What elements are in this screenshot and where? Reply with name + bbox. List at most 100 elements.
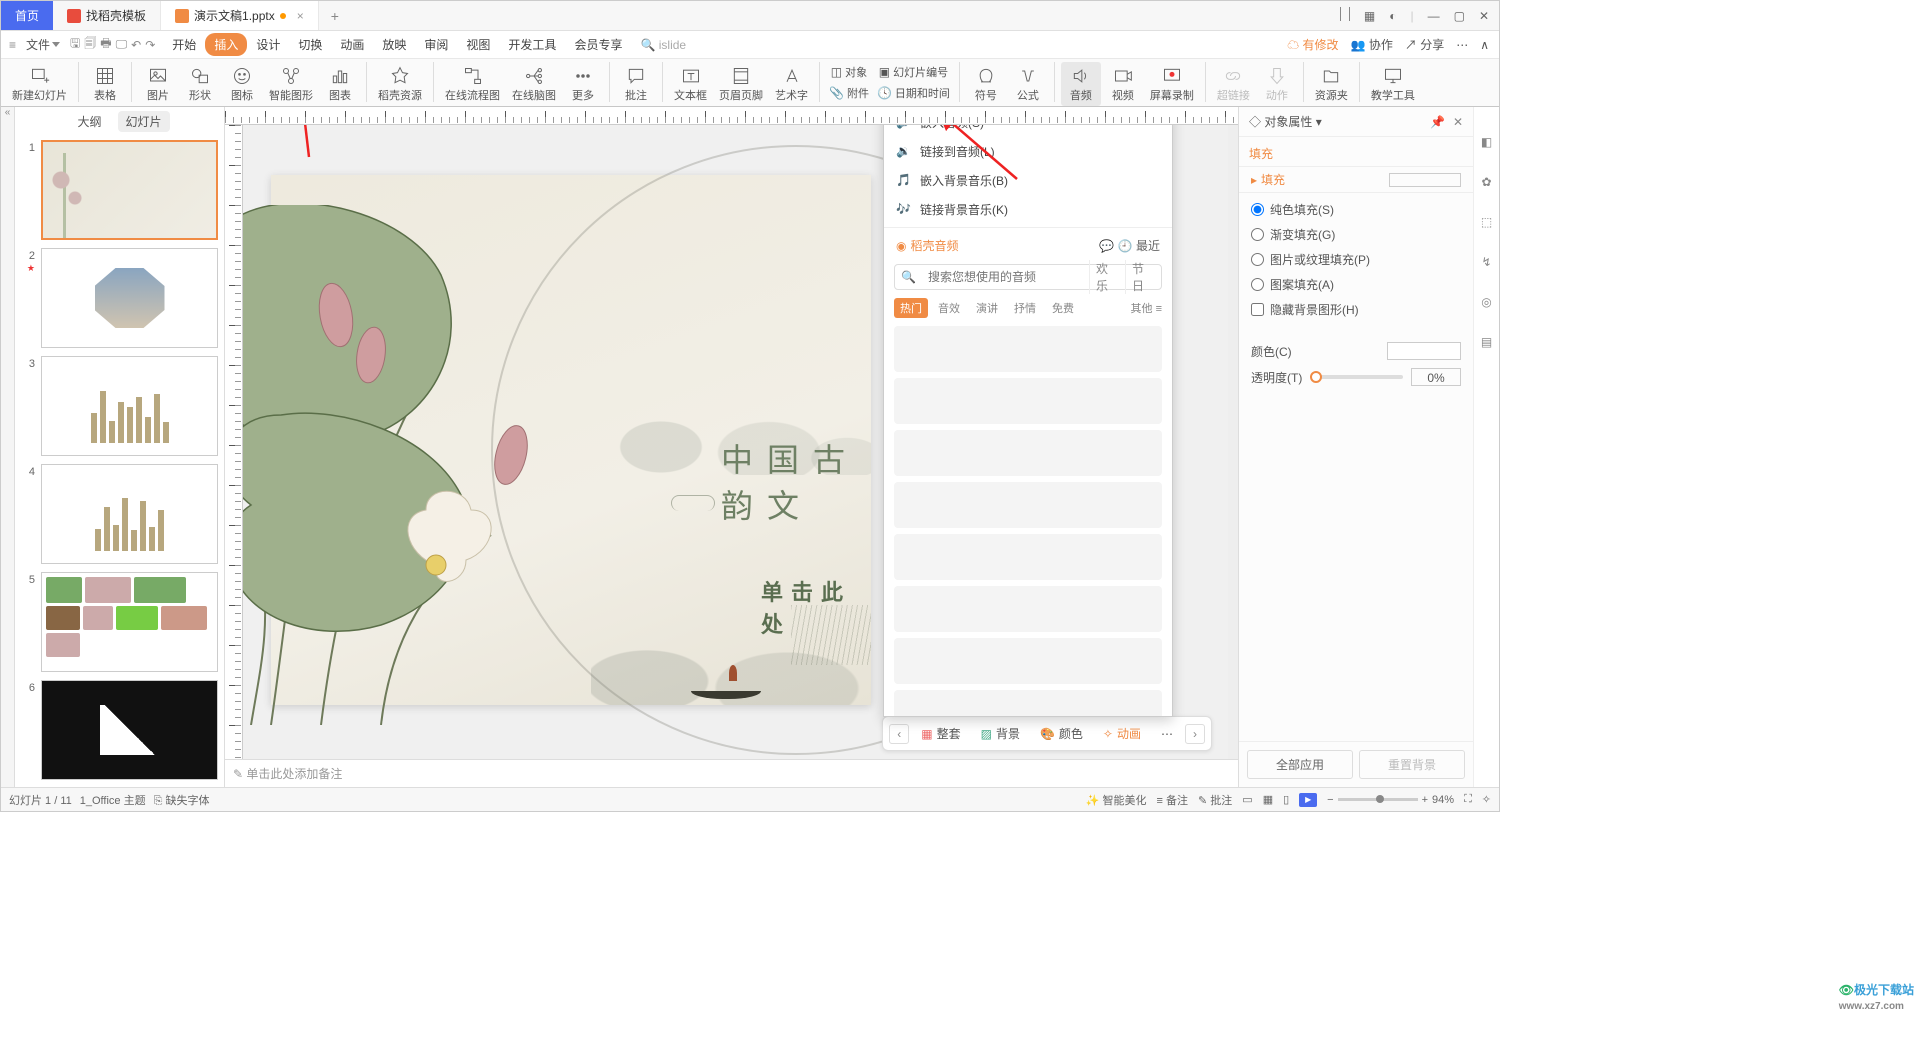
audio-link-option[interactable]: 🔉链接到音频(L): [884, 137, 1172, 166]
rail-layer-icon[interactable]: ▤: [1481, 335, 1492, 349]
collapse-ribbon-icon[interactable]: ∧: [1480, 38, 1489, 52]
app-grid-icon[interactable]: ▦: [1364, 9, 1375, 23]
audio-tag-happy[interactable]: 欢乐: [1089, 260, 1125, 294]
view-sorter-icon[interactable]: ▦: [1263, 793, 1273, 806]
reset-bg-button[interactable]: 重置背景: [1359, 750, 1465, 779]
rb-picture[interactable]: 图片: [138, 62, 178, 106]
rb-comment[interactable]: 批注: [616, 62, 656, 106]
print-icon[interactable]: 🖶: [100, 34, 111, 55]
menu-animation[interactable]: 动画: [331, 33, 373, 56]
minimize-button[interactable]: —: [1428, 9, 1440, 23]
rb-shape[interactable]: 形状: [180, 62, 220, 106]
print-preview-icon[interactable]: 🖵: [116, 37, 128, 52]
thumbtab-outline[interactable]: 大纲: [69, 111, 109, 132]
zoom-value[interactable]: 94%: [1432, 794, 1454, 806]
menu-vip[interactable]: 会员专享: [565, 33, 631, 56]
tab-home[interactable]: 首页: [1, 1, 53, 30]
status-comments[interactable]: ✎ 批注: [1198, 792, 1232, 808]
view-reading-icon[interactable]: ▯: [1283, 793, 1289, 806]
design-prev[interactable]: ‹: [889, 724, 909, 744]
menu-icon[interactable]: ≡: [9, 38, 16, 52]
menu-insert[interactable]: 插入: [205, 33, 247, 56]
status-notes[interactable]: ≡ 备注: [1157, 792, 1188, 808]
more-menu-icon[interactable]: ⋯: [1456, 38, 1468, 52]
slide-thumb-3[interactable]: [41, 356, 218, 456]
close-panel-icon[interactable]: ✕: [1453, 115, 1463, 129]
rb-chart[interactable]: 图表: [320, 62, 360, 106]
rb-new-slide[interactable]: 新建幻灯片: [7, 62, 72, 106]
filter-hot[interactable]: 热门: [894, 298, 928, 318]
save-icon[interactable]: 🖫: [70, 34, 80, 55]
audio-search[interactable]: 🔍 欢乐 节日: [894, 264, 1162, 290]
rb-teaching-tools[interactable]: 教学工具: [1366, 62, 1420, 106]
color-swatch[interactable]: [1387, 342, 1461, 360]
rb-datetime[interactable]: 🕓日期和时间: [874, 83, 953, 103]
radio-picture-fill[interactable]: 图片或纹理填充(P): [1251, 251, 1461, 268]
audio-link-bgm-option[interactable]: 🎶链接背景音乐(K): [884, 195, 1172, 224]
checkbox-hide-bg[interactable]: 隐藏背景图形(H): [1251, 301, 1461, 318]
menu-start[interactable]: 开始: [163, 33, 205, 56]
slide-thumb-2[interactable]: [41, 248, 218, 348]
design-background[interactable]: ▨背景: [973, 721, 1028, 746]
vscrollbar[interactable]: [1228, 125, 1238, 759]
rb-icon[interactable]: 图标: [222, 62, 262, 106]
maximize-button[interactable]: ▢: [1454, 9, 1465, 23]
rail-select-icon[interactable]: ⬚: [1481, 215, 1492, 229]
notes-pane[interactable]: ✎ 单击此处添加备注: [225, 759, 1238, 787]
audio-recent[interactable]: 💬 🕘 最近: [1099, 237, 1160, 254]
coop-button[interactable]: 👥 协作: [1351, 36, 1393, 53]
slide-thumb-5[interactable]: [41, 572, 218, 672]
rb-attachment[interactable]: 📎附件: [826, 83, 872, 103]
rb-audio[interactable]: 音频: [1061, 62, 1101, 106]
audio-embed-bgm-option[interactable]: 🎵嵌入背景音乐(B): [884, 166, 1172, 195]
zoom-out-icon[interactable]: −: [1327, 794, 1333, 806]
zoom-in-icon[interactable]: +: [1422, 794, 1428, 806]
panel-tab-fill[interactable]: 填充: [1239, 137, 1473, 166]
slide-stage[interactable]: 中国古韵文 单击此处 🔊嵌入音频(S) 🔉链接到音频(L) 🎵嵌入背景音乐(B)…: [243, 125, 1228, 759]
rail-anim-icon[interactable]: ◎: [1481, 295, 1491, 309]
menu-design[interactable]: 设计: [247, 33, 289, 56]
slide-thumb-1[interactable]: [41, 140, 218, 240]
rb-symbol[interactable]: 符号: [966, 62, 1006, 106]
close-window-button[interactable]: ✕: [1479, 9, 1489, 23]
slide-thumb-4[interactable]: [41, 464, 218, 564]
zoom-slider[interactable]: [1338, 798, 1418, 801]
rail-docer-icon[interactable]: ◧: [1481, 135, 1492, 149]
rb-equation[interactable]: 公式: [1008, 62, 1048, 106]
rb-table[interactable]: 表格: [85, 62, 125, 106]
rb-header-footer[interactable]: 页眉页脚: [714, 62, 768, 106]
share-button[interactable]: ↗ 分享: [1405, 36, 1444, 53]
slide-page[interactable]: 中国古韵文 单击此处: [271, 175, 871, 705]
rb-screen-record[interactable]: 屏幕录制: [1145, 62, 1199, 106]
user-avatar-icon[interactable]: ◐: [1389, 9, 1396, 23]
menu-slideshow[interactable]: 放映: [373, 33, 415, 56]
save-as-icon[interactable]: 🗐: [84, 34, 96, 55]
menu-view[interactable]: 视图: [457, 33, 499, 56]
menu-file[interactable]: 文件: [20, 34, 66, 55]
redo-icon[interactable]: ↷: [145, 38, 155, 52]
design-color[interactable]: 🎨颜色: [1032, 721, 1091, 746]
filter-sfx[interactable]: 音效: [932, 298, 966, 318]
rb-smartart[interactable]: 智能图形: [264, 62, 318, 106]
status-more-icon[interactable]: ✧: [1482, 793, 1491, 806]
view-normal-icon[interactable]: ▭: [1242, 793, 1252, 806]
rail-style-icon[interactable]: ✿: [1481, 175, 1491, 189]
rb-textbox[interactable]: 文本框: [669, 62, 712, 106]
collapse-thumbnails[interactable]: «: [1, 107, 15, 787]
transparency-slider[interactable]: [1310, 375, 1403, 379]
rb-more[interactable]: 更多: [563, 62, 603, 106]
rb-slide-number[interactable]: ▣幻灯片编号: [874, 62, 953, 82]
filter-speech[interactable]: 演讲: [970, 298, 1004, 318]
menu-developer[interactable]: 开发工具: [499, 33, 565, 56]
audio-search-input[interactable]: [922, 270, 1089, 284]
apply-all-button[interactable]: 全部应用: [1247, 750, 1353, 779]
section-fill[interactable]: ▸ 填充: [1239, 166, 1473, 193]
design-suite[interactable]: ▦整套: [913, 721, 968, 746]
tab-presentation[interactable]: 演示文稿1.pptx×: [161, 1, 319, 30]
slide-title[interactable]: 中国古韵文: [721, 435, 871, 527]
new-tab-button[interactable]: +: [319, 8, 351, 24]
pin-icon[interactable]: 📌: [1430, 115, 1445, 129]
menu-transition[interactable]: 切换: [289, 33, 331, 56]
filter-other[interactable]: 其他 ≡: [1131, 300, 1162, 316]
design-next[interactable]: ›: [1185, 724, 1205, 744]
